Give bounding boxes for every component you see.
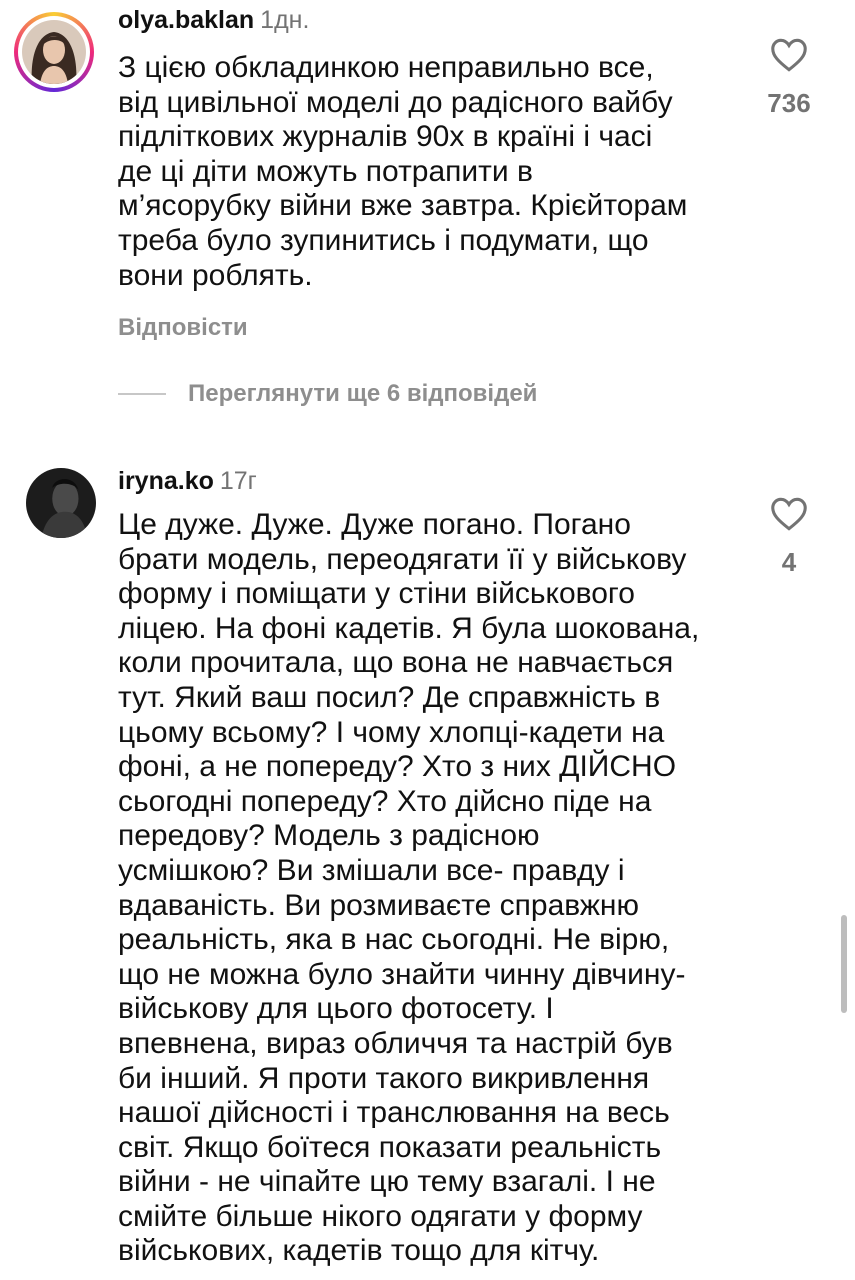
avatar-iryna-ko xyxy=(26,468,96,538)
avatar-story-ring[interactable] xyxy=(14,12,94,92)
view-replies-label: Переглянути ще 6 відповідей xyxy=(188,380,538,407)
comment-text: З цією обкладинкою неправильно все, від … xyxy=(118,51,688,292)
divider-line xyxy=(118,393,166,395)
reply-button[interactable]: Відповісти xyxy=(118,314,248,342)
avatar-border xyxy=(18,16,90,88)
comment-time: 17г xyxy=(219,467,257,495)
comment-meta: olya.baklan 1дн. xyxy=(118,5,309,35)
like-count: 4 xyxy=(781,547,797,577)
like-button[interactable]: 736 xyxy=(759,38,819,119)
heart-outline-icon xyxy=(771,38,807,72)
view-replies-button[interactable]: Переглянути ще 6 відповідей xyxy=(118,380,537,408)
comment-username[interactable]: olya.baklan xyxy=(118,6,254,34)
comment-time: 1дн. xyxy=(260,6,310,34)
like-button[interactable]: 4 xyxy=(759,497,819,578)
comment-text: Це дуже. Дуже. Дуже погано. Погано брати… xyxy=(118,508,700,1268)
heart-outline-icon xyxy=(771,497,807,531)
comment-username[interactable]: iryna.ko xyxy=(118,467,214,495)
comment-meta: iryna.ko 17г xyxy=(118,466,257,496)
like-count: 736 xyxy=(767,88,811,118)
avatar[interactable] xyxy=(26,468,96,538)
avatar-olya-baklan xyxy=(22,20,86,84)
scrollbar[interactable] xyxy=(841,915,847,1013)
